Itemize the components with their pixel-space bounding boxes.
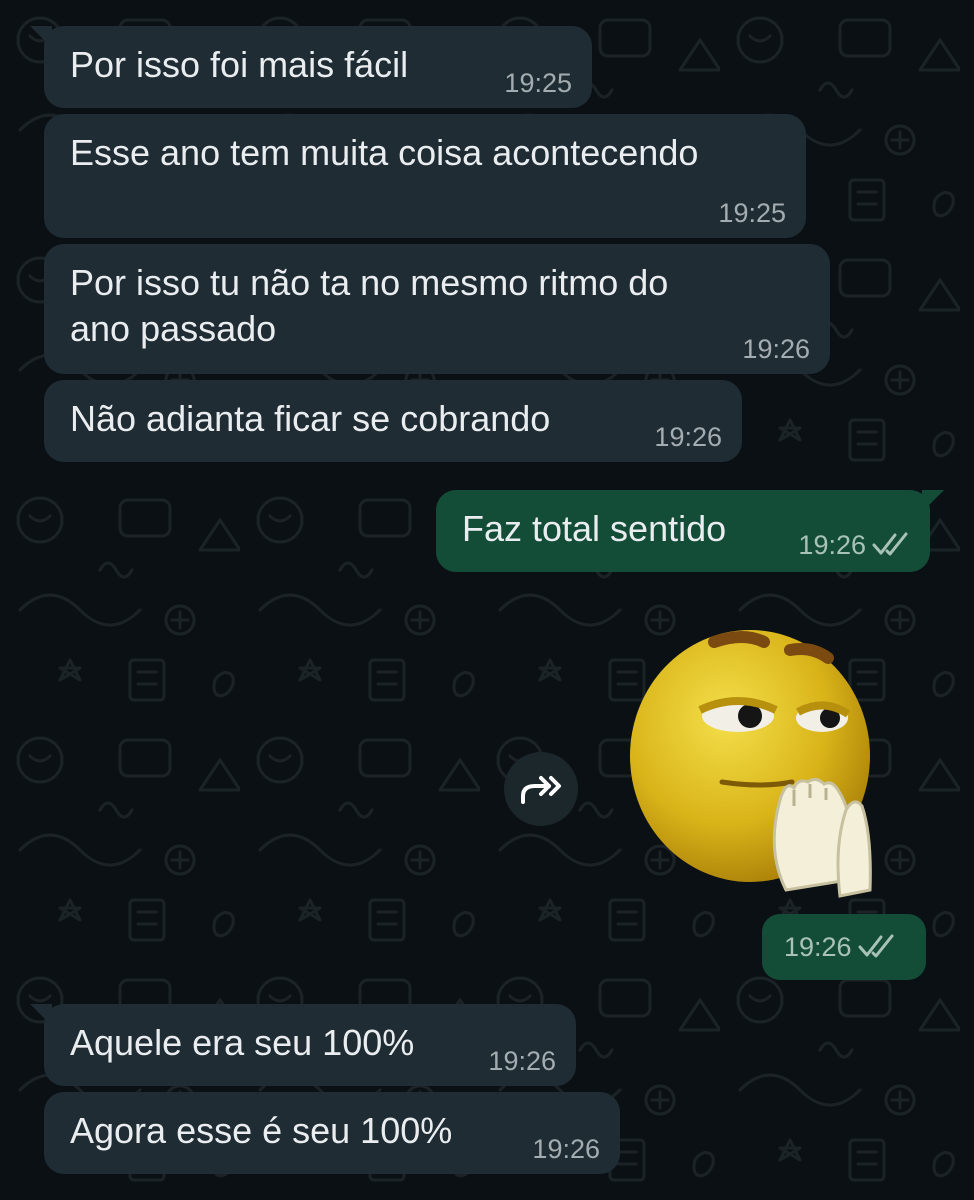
forward-arrow-icon	[521, 776, 561, 804]
message-text: Por isso foi mais fácil	[70, 44, 409, 85]
message-text-line-1: Por isso tu não ta no mesmo ritmo do	[70, 262, 669, 303]
bubble-tail	[30, 1004, 52, 1026]
outgoing-message[interactable]: Faz total sentido 19:26	[436, 490, 944, 572]
message-text-line-2: ano passado	[70, 308, 277, 349]
thinking-emoji-sticker[interactable]	[626, 620, 886, 910]
incoming-message[interactable]: Por isso tu não ta no mesmo ritmo do ano…	[44, 244, 830, 374]
incoming-message[interactable]: Esse ano tem muita coisa acontecendo 19:…	[44, 114, 806, 238]
message-time: 19:26	[654, 422, 722, 452]
double-check-icon	[872, 532, 908, 556]
message-text: Agora esse é seu 100%	[70, 1110, 453, 1151]
message-text: Aquele era seu 100%	[70, 1022, 415, 1063]
incoming-message[interactable]: Agora esse é seu 100% 19:26	[44, 1092, 620, 1174]
message-time: 19:26	[742, 334, 810, 364]
message-text: Não adianta ficar se cobrando	[70, 398, 551, 439]
bubble-tail	[922, 490, 944, 512]
message-time: 19:26	[798, 530, 866, 560]
message-time: 19:26	[488, 1046, 556, 1076]
incoming-message[interactable]: Aquele era seu 100% 19:26	[30, 1004, 576, 1086]
message-time-status: 19:26	[798, 530, 912, 560]
message-time: 19:25	[718, 198, 786, 228]
sticker-timestamp: 19:26	[762, 914, 926, 980]
message-time: 19:26	[532, 1134, 600, 1164]
message-time: 19:26	[784, 932, 852, 962]
double-check-icon	[858, 934, 894, 958]
incoming-message[interactable]: Não adianta ficar se cobrando 19:26	[44, 380, 742, 462]
forward-button[interactable]	[504, 752, 578, 826]
incoming-message[interactable]: Por isso foi mais fácil 19:25	[30, 26, 592, 108]
message-time: 19:25	[504, 68, 572, 98]
bubble-tail	[30, 26, 52, 48]
message-text: Esse ano tem muita coisa acontecendo	[70, 132, 699, 173]
message-text: Faz total sentido	[462, 508, 727, 549]
message-time-status: 19:26	[784, 932, 898, 962]
